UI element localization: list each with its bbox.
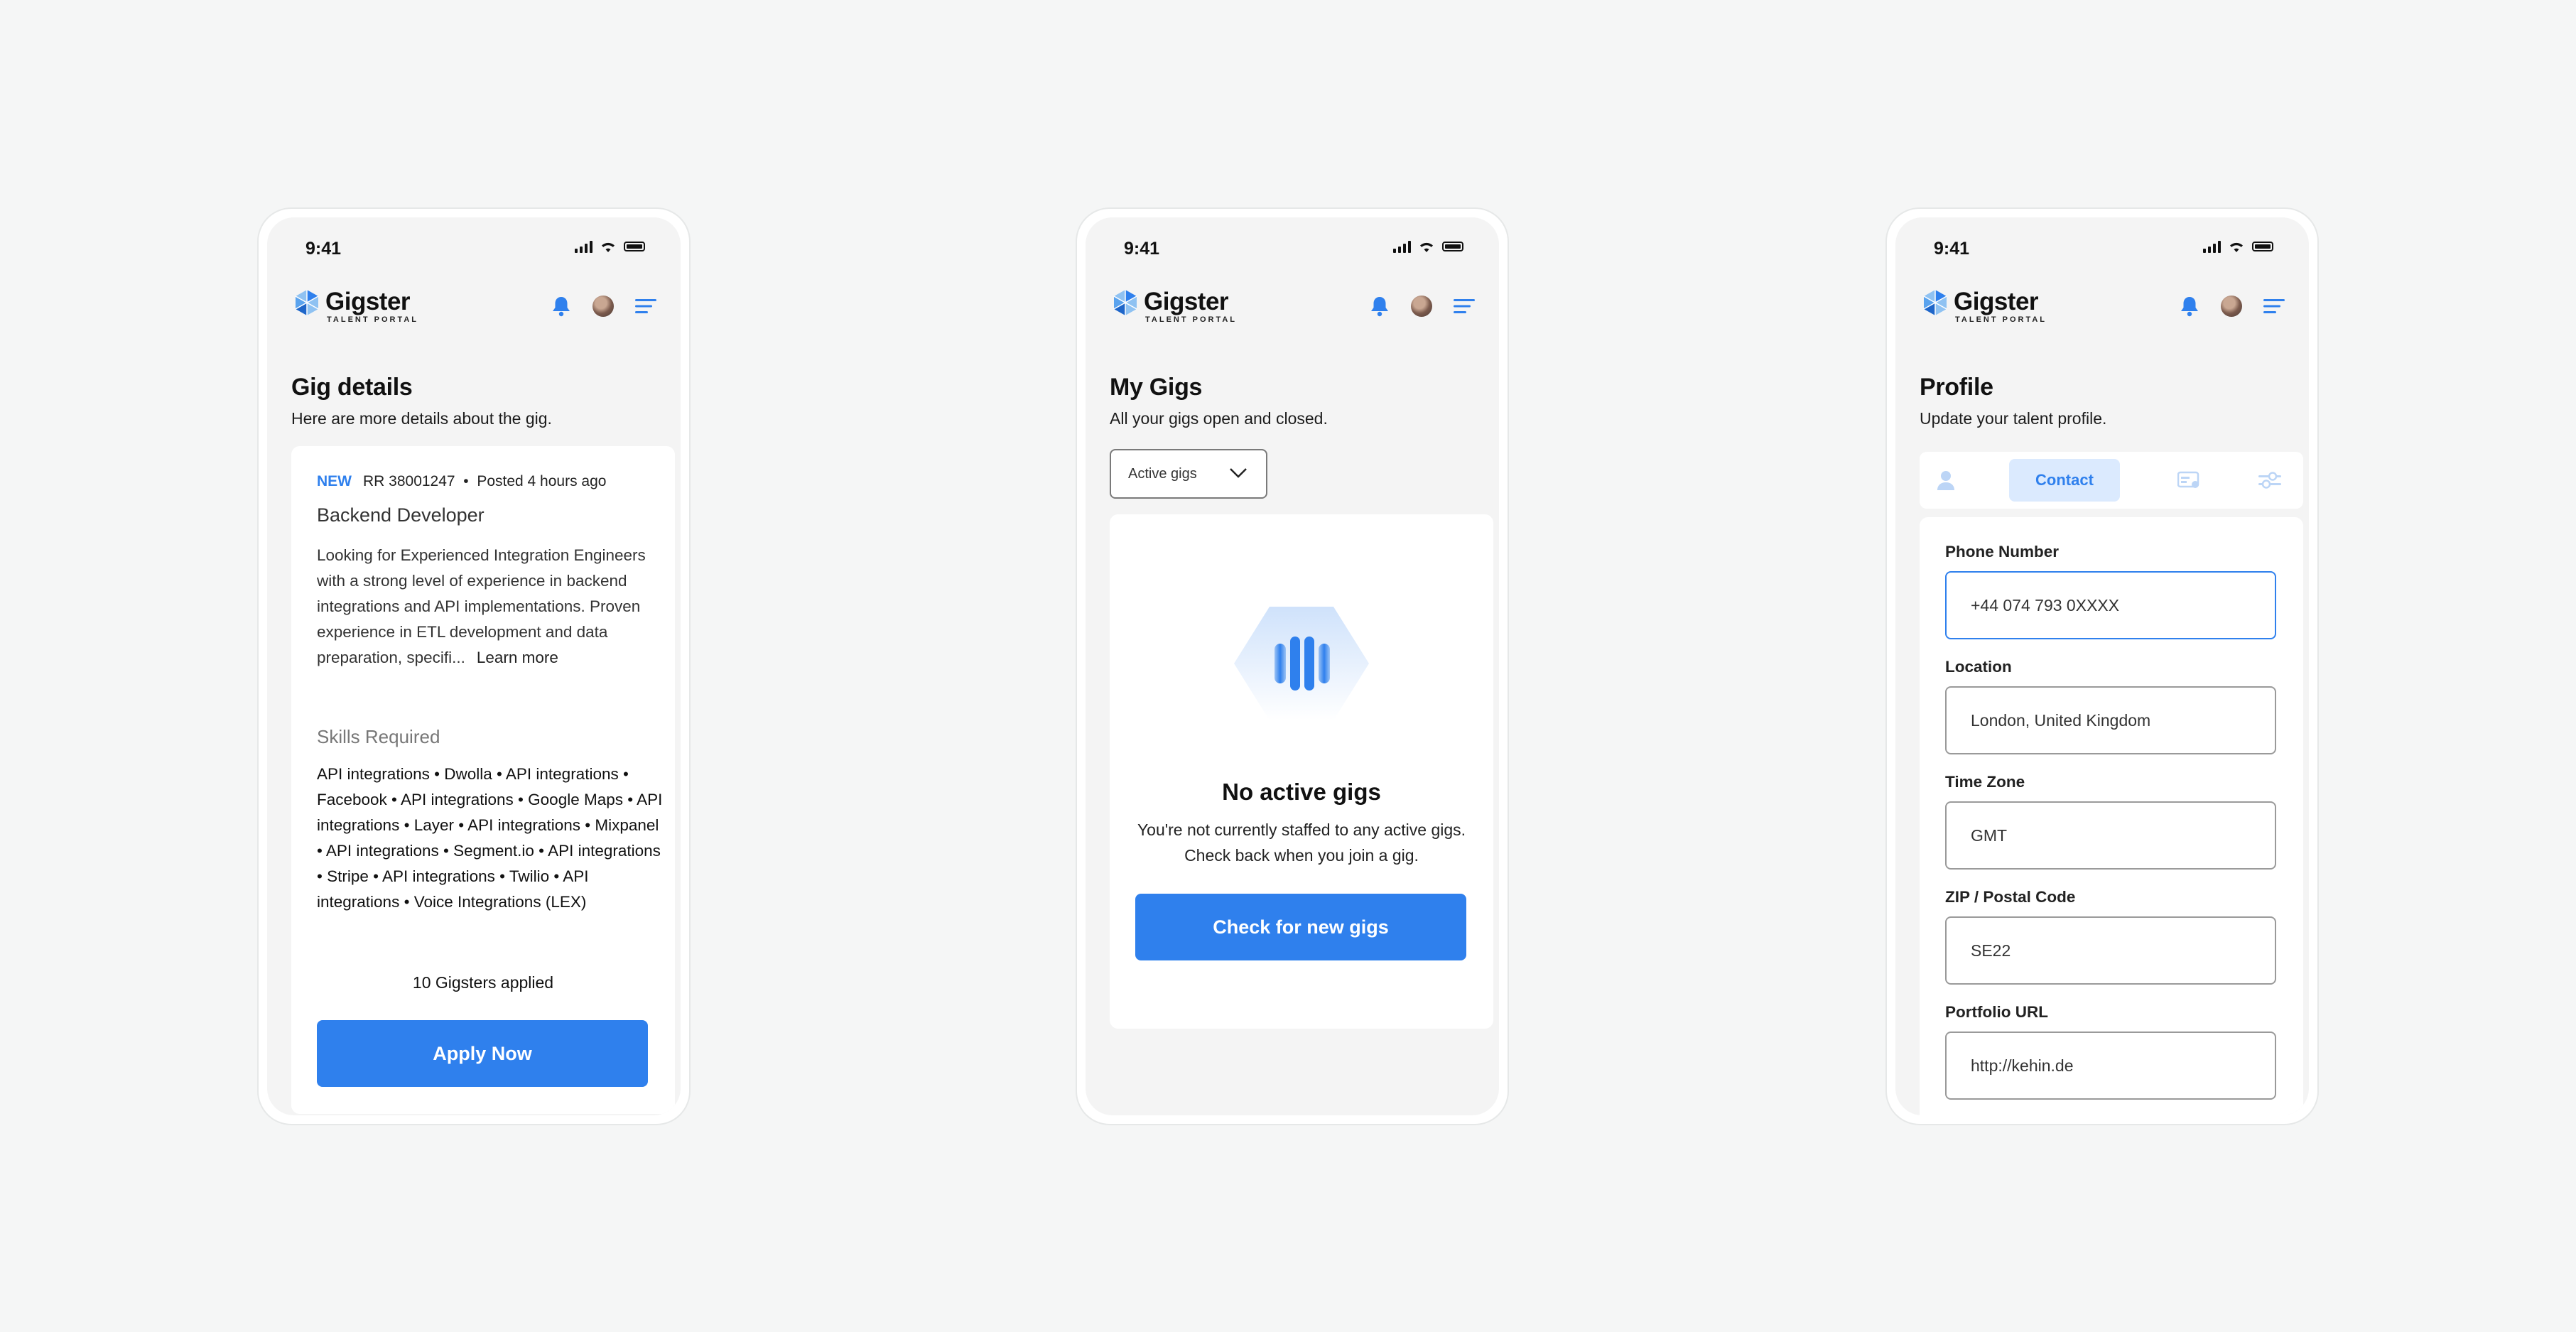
gig-card: NEW RR 38001247 • Posted 4 hours ago Back… (291, 446, 675, 1114)
menu-icon[interactable] (2263, 298, 2285, 315)
gig-role: Backend Developer (317, 504, 485, 526)
wifi-icon (2230, 242, 2243, 252)
status-bar: 9:41 (1086, 239, 1499, 267)
contact-form-card: Phone Number +44 074 793 0XXXX Location … (1920, 517, 2303, 1115)
gig-filter-select[interactable]: Active gigs (1110, 449, 1267, 499)
apply-now-button[interactable]: Apply Now (317, 1020, 648, 1087)
learn-more-link[interactable]: Learn more (477, 649, 558, 666)
phone-number-input[interactable]: +44 074 793 0XXXX (1945, 571, 2276, 639)
status-bar: 9:41 (267, 239, 681, 267)
avatar[interactable] (2221, 296, 2242, 317)
gig-meta: NEW RR 38001247 • Posted 4 hours ago (317, 473, 607, 489)
postal-code-label: ZIP / Postal Code (1945, 888, 2076, 906)
time-zone-input[interactable]: GMT (1945, 801, 2276, 870)
phone-profile: 9:41 Gigster TALENT PORTAL Profile Updat… (1885, 207, 2319, 1125)
portfolio-url-input[interactable]: http://kehin.de (1945, 1032, 2276, 1100)
empty-state-card: No active gigs You're not currently staf… (1110, 514, 1493, 1029)
new-badge: NEW (317, 473, 352, 489)
bell-icon[interactable] (551, 296, 571, 317)
empty-state-line-1: You're not currently staffed to any acti… (1137, 821, 1466, 839)
sliders-icon (2258, 472, 2281, 489)
wifi-icon (1420, 242, 1433, 252)
bell-icon[interactable] (2180, 296, 2199, 317)
tab-contact[interactable]: Contact (2009, 459, 2120, 502)
empty-state-title: No active gigs (1222, 779, 1381, 805)
status-icons (1393, 240, 1463, 253)
tab-personal[interactable] (1925, 459, 1966, 502)
gig-description: Looking for Experienced Integration Engi… (317, 543, 658, 671)
skills-list: API integrations • Dwolla • API integrat… (317, 765, 663, 911)
screen: 9:41 Gigster TALENT PORTAL (267, 217, 681, 1115)
time-zone-label: Time Zone (1945, 773, 2025, 791)
chevron-down-icon (1230, 468, 1247, 478)
phone-label: Phone Number (1945, 543, 2060, 561)
brand-tagline: TALENT PORTAL (327, 315, 419, 324)
app-header: Gigster TALENT PORTAL (1920, 288, 2285, 331)
tab-preferences[interactable] (2249, 459, 2290, 502)
page-subtitle: Update your talent profile. (1920, 409, 2107, 428)
avatar[interactable] (1411, 296, 1432, 317)
header-actions (2180, 296, 2285, 317)
postal-code-input[interactable]: SE22 (1945, 916, 2276, 985)
battery-icon (1442, 242, 1463, 251)
brand-logo[interactable]: Gigster TALENT PORTAL (1921, 288, 2047, 324)
menu-icon[interactable] (1454, 298, 1475, 315)
status-time: 9:41 (305, 239, 342, 259)
brand-logo[interactable]: Gigster TALENT PORTAL (293, 288, 418, 324)
brand-logo[interactable]: Gigster TALENT PORTAL (1111, 288, 1237, 324)
status-icons (2203, 240, 2273, 253)
page-subtitle: All your gigs open and closed. (1110, 409, 1328, 428)
header-actions (1370, 296, 1475, 317)
location-input[interactable]: London, United Kingdom (1945, 686, 2276, 754)
brand-tagline: TALENT PORTAL (1145, 315, 1238, 324)
skills-heading: Skills Required (317, 726, 440, 747)
screen: 9:41 Gigster TALENT PORTAL (1895, 217, 2309, 1115)
profile-tabs: Contact (1920, 452, 2303, 509)
screen: 9:41 Gigster TALENT PORTAL (1086, 217, 1499, 1115)
id-card-icon (2177, 471, 2199, 488)
brand-name: Gigster (1144, 288, 1229, 315)
gig-ref: RR 38001247 (363, 473, 455, 489)
portfolio-url-label: Portfolio URL (1945, 1003, 2048, 1021)
brand-name: Gigster (1954, 288, 2039, 315)
phone-my-gigs: 9:41 Gigster TALENT PORTAL My Gigs All y… (1076, 207, 1509, 1125)
page-title: Gig details (291, 374, 413, 401)
battery-icon (624, 242, 645, 251)
status-time: 9:41 (1124, 239, 1160, 259)
posted-time: Posted 4 hours ago (477, 473, 607, 489)
app-header: Gigster TALENT PORTAL (1110, 288, 1475, 331)
brand-name: Gigster (325, 288, 411, 315)
tab-payment[interactable] (2168, 459, 2209, 502)
signal-icon (2203, 240, 2221, 253)
user-icon (1937, 471, 1954, 490)
gigster-logo-icon (1923, 290, 1947, 315)
applied-count: 10 Gigsters applied (412, 973, 554, 992)
menu-icon[interactable] (635, 298, 656, 315)
signal-icon (575, 240, 592, 253)
bell-icon[interactable] (1370, 296, 1390, 317)
page-title: Profile (1920, 374, 1993, 401)
brand-tagline: TALENT PORTAL (1955, 315, 2047, 324)
gigster-logo-icon (295, 290, 319, 315)
status-time: 9:41 (1934, 239, 1970, 259)
app-header: Gigster TALENT PORTAL (291, 288, 656, 331)
gigster-logo-icon (1113, 290, 1137, 315)
page-subtitle: Here are more details about the gig. (291, 409, 552, 428)
status-icons (575, 240, 645, 253)
battery-icon (2252, 242, 2273, 251)
wifi-icon (602, 242, 615, 252)
header-actions (551, 296, 656, 317)
empty-gigs-illustration-icon (1234, 607, 1369, 720)
avatar[interactable] (592, 296, 614, 317)
page-title: My Gigs (1110, 374, 1203, 401)
empty-state-text: You're not currently staffed to any acti… (1110, 817, 1493, 868)
signal-icon (1393, 240, 1411, 253)
empty-state-line-2: Check back when you join a gig. (1184, 846, 1419, 865)
location-label: Location (1945, 658, 2012, 676)
filter-selected-value: Active gigs (1128, 465, 1197, 482)
phone-gig-details: 9:41 Gigster TALENT PORTAL Gig details H… (257, 207, 691, 1125)
status-bar: 9:41 (1895, 239, 2309, 267)
check-new-gigs-button[interactable]: Check for new gigs (1135, 894, 1466, 960)
